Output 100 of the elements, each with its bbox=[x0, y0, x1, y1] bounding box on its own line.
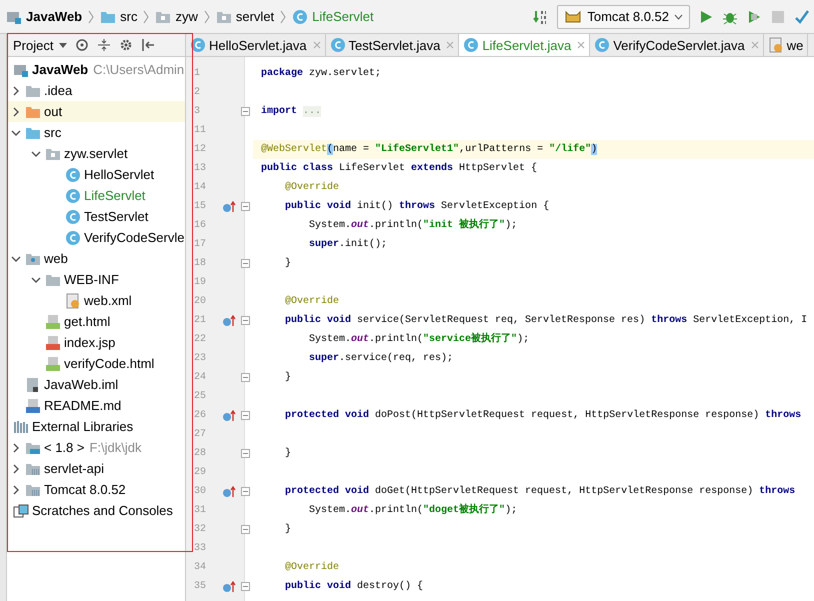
line-number: 13 bbox=[193, 162, 208, 176]
override-marker-icon[interactable] bbox=[222, 200, 236, 212]
line-number: 15 bbox=[193, 200, 208, 214]
editor-tab[interactable]: VerifyCodeServlet.java bbox=[590, 34, 764, 56]
caret-icon bbox=[59, 42, 68, 48]
tree-item[interactable]: web bbox=[7, 248, 185, 269]
code-line: super.service(req, res); bbox=[308, 352, 454, 366]
fold-marker-icon[interactable] bbox=[241, 107, 250, 116]
tree-item[interactable]: JavaWeb.iml bbox=[7, 374, 185, 395]
fold-marker-icon[interactable] bbox=[241, 259, 250, 268]
breadcrumb-item[interactable]: JavaWeb bbox=[4, 8, 84, 24]
code-line: } bbox=[284, 370, 292, 385]
code-line: public void init() throws ServletException { bbox=[284, 200, 550, 214]
breadcrumb-item[interactable]: src bbox=[98, 8, 140, 24]
fold-marker-icon[interactable] bbox=[241, 411, 250, 420]
xml-file-icon bbox=[65, 292, 81, 308]
checkmark-icon[interactable] bbox=[794, 8, 810, 24]
line-number: 25 bbox=[193, 390, 208, 404]
class-icon bbox=[463, 37, 480, 53]
code-line: @Override bbox=[284, 180, 340, 195]
tree-item[interactable]: out bbox=[7, 101, 185, 122]
chevron-icon bbox=[204, 10, 210, 24]
line-number: 14 bbox=[193, 181, 208, 195]
tree-item[interactable]: WEB-INF bbox=[7, 269, 185, 290]
line-number: 24 bbox=[193, 371, 208, 385]
tree-item[interactable]: Scratches and Consoles bbox=[7, 500, 185, 521]
target-icon[interactable] bbox=[75, 38, 90, 52]
tree-item[interactable]: .idea bbox=[7, 80, 185, 101]
editor-tab[interactable]: TestServlet.java bbox=[326, 34, 460, 56]
tree-item[interactable]: src bbox=[7, 122, 185, 143]
fold-marker-icon[interactable] bbox=[241, 202, 250, 211]
tree-item[interactable]: web.xml bbox=[7, 290, 185, 311]
tree-item[interactable]: HelloServlet bbox=[7, 164, 185, 185]
breadcrumb-item[interactable]: zyw bbox=[153, 8, 200, 24]
line-number: 20 bbox=[193, 295, 208, 309]
tree-item[interactable]: README.md bbox=[7, 395, 185, 416]
class-icon bbox=[330, 37, 346, 53]
override-marker-icon[interactable] bbox=[222, 314, 236, 326]
breadcrumb-item[interactable]: LifeServlet bbox=[290, 8, 376, 24]
chevron-icon bbox=[280, 10, 286, 24]
tree-item[interactable]: verifyCode.html bbox=[7, 353, 185, 374]
chevron-icon bbox=[88, 10, 94, 24]
override-marker-icon[interactable] bbox=[222, 580, 236, 592]
line-number: 19 bbox=[193, 276, 208, 290]
code-line: public void service(ServletRequest req, ServletResponse res) throws ServletException, I bbox=[284, 314, 808, 328]
fold-marker-icon[interactable] bbox=[241, 582, 250, 591]
line-number: 29 bbox=[193, 466, 208, 480]
scratches-icon bbox=[13, 502, 29, 518]
libraries-icon bbox=[13, 418, 29, 434]
project-view-dropdown[interactable]: Project bbox=[13, 38, 68, 52]
code-line: protected void doPost(HttpServletRequest request, HttpServletResponse response) throws bbox=[284, 408, 802, 423]
line-number: 28 bbox=[193, 447, 208, 461]
fold-marker-icon[interactable] bbox=[241, 525, 250, 534]
class-icon bbox=[65, 208, 81, 224]
fold-marker-icon[interactable] bbox=[241, 487, 250, 496]
tree-item[interactable]: VerifyCodeServle bbox=[7, 227, 185, 248]
editor-tab[interactable]: we bbox=[764, 34, 808, 56]
breadcrumb-item[interactable]: servlet bbox=[214, 8, 276, 24]
line-number: 30 bbox=[193, 485, 208, 499]
override-marker-icon[interactable] bbox=[222, 410, 236, 422]
line-number: 27 bbox=[193, 428, 208, 442]
tree-item[interactable]: < 1.8 > F:\jdk\jdk bbox=[7, 437, 185, 458]
tree-item[interactable]: External Libraries bbox=[7, 416, 185, 437]
close-icon[interactable] bbox=[446, 41, 454, 49]
tree-item[interactable]: zyw.servlet bbox=[7, 143, 185, 164]
settings-icon[interactable] bbox=[119, 38, 134, 52]
hide-panel-icon[interactable] bbox=[141, 38, 156, 52]
xml-file-icon bbox=[768, 37, 784, 53]
line-number: 2 bbox=[193, 86, 202, 100]
tree-item[interactable]: index.jsp bbox=[7, 332, 185, 353]
tree-item[interactable]: JavaWeb C:\Users\Admini bbox=[7, 59, 185, 80]
code-line: protected void doGet(HttpServletRequest request, HttpServletResponse response) throws bbox=[284, 484, 796, 499]
close-icon[interactable] bbox=[312, 41, 321, 49]
code-editor[interactable] bbox=[186, 57, 814, 601]
tree-item[interactable]: get.html bbox=[7, 311, 185, 332]
run-icon[interactable] bbox=[698, 8, 714, 24]
fold-marker-icon[interactable] bbox=[241, 373, 250, 382]
code-line: System.out.println("init 被执行了"); bbox=[308, 218, 518, 233]
tree-item[interactable]: TestServlet bbox=[7, 206, 185, 227]
run-configuration-dropdown[interactable]: Tomcat 8.0.52 bbox=[557, 4, 690, 28]
code-line: public class LifeServlet extends HttpServlet { bbox=[260, 162, 538, 176]
class-icon bbox=[65, 230, 81, 246]
line-number: 23 bbox=[193, 352, 208, 366]
tree-item[interactable]: servlet-api bbox=[7, 458, 185, 479]
fold-marker-icon[interactable] bbox=[241, 316, 250, 325]
fold-marker-icon[interactable] bbox=[241, 449, 250, 458]
coverage-icon[interactable] bbox=[746, 8, 762, 24]
collapse-icon[interactable] bbox=[97, 38, 112, 52]
file-icon bbox=[25, 376, 41, 392]
line-number: 22 bbox=[193, 333, 208, 347]
editor-tab[interactable]: HelloServlet.java bbox=[186, 34, 326, 56]
tree-item[interactable]: LifeServlet bbox=[7, 185, 185, 206]
override-marker-icon[interactable] bbox=[222, 486, 236, 498]
jsp-file-icon bbox=[45, 334, 61, 350]
line-number: 32 bbox=[193, 523, 208, 537]
tree-item[interactable]: Tomcat 8.0.52 bbox=[7, 479, 185, 500]
close-icon[interactable] bbox=[577, 41, 586, 49]
class-icon bbox=[65, 166, 81, 182]
close-icon[interactable] bbox=[750, 41, 759, 49]
editor-tab[interactable]: LifeServlet.java bbox=[459, 34, 590, 56]
